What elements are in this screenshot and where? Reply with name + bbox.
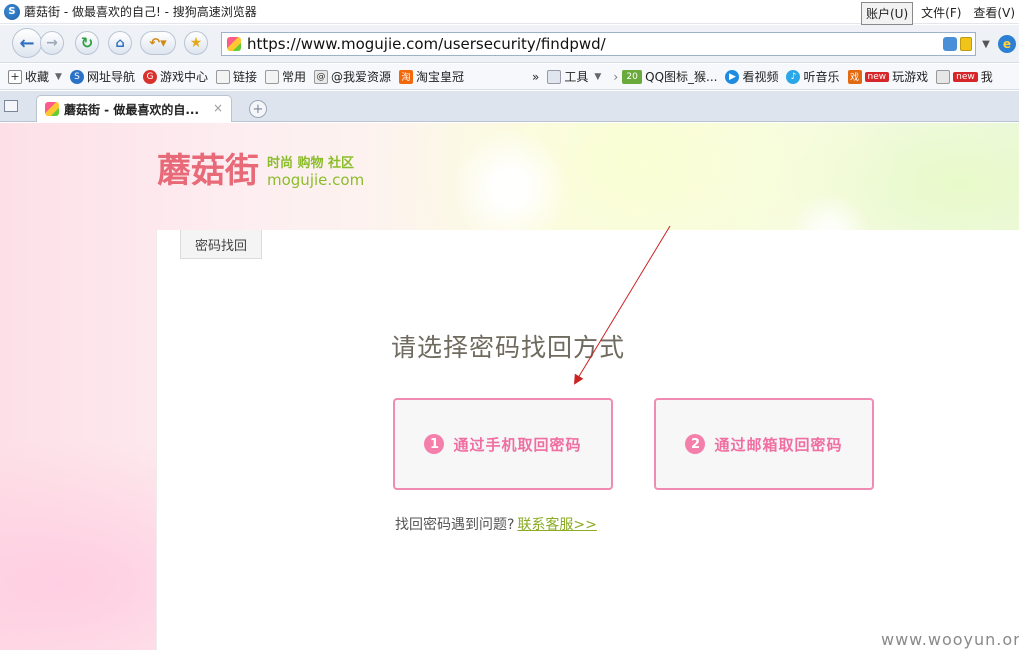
forward-arrow-icon[interactable]: → [40, 31, 64, 55]
address-bar[interactable]: https://www.mogujie.com/usersecurity/fin… [221, 32, 976, 56]
contact-support-link[interactable]: 联系客服>> [517, 517, 596, 533]
lock-icon[interactable] [960, 37, 972, 51]
logo-slogan: 时尚 购物 社区 [267, 156, 355, 171]
bookmark-links[interactable]: 链接 [215, 68, 257, 85]
address-dropdown-icon[interactable]: ▼ [978, 32, 994, 56]
qq-badge-icon: 20 [622, 69, 643, 84]
tab-mogujie[interactable]: 蘑菇街 - 做最喜欢的自... × [36, 95, 232, 122]
recover-by-phone-button[interactable]: 1 通过手机取回密码 [393, 398, 613, 490]
menu-bar: 账户(U) 文件(F) 查看(V) [857, 2, 1019, 25]
undo-icon[interactable]: ↶▾ [140, 31, 176, 55]
logo-chinese: 蘑菇街 [157, 151, 259, 191]
recover-by-email-button[interactable]: 2 通过邮箱取回密码 [654, 398, 874, 490]
navigation-bar: ← → ↻ ⌂ ↶▾ ★ https://www.mogujie.com/use… [0, 25, 1019, 63]
bookmark-video[interactable]: ▶ 看视频 [725, 68, 778, 85]
menu-file[interactable]: 文件(F) [917, 2, 965, 25]
bookmark-play-games[interactable]: 戏 new 玩游戏 [847, 68, 928, 85]
ie-mode-icon[interactable]: e [998, 35, 1016, 53]
tab-label: 蘑菇街 - 做最喜欢的自... [64, 102, 200, 117]
separator-icon: › [613, 69, 619, 84]
logo-domain: mogujie.com [267, 171, 365, 189]
security-shield-icon[interactable] [943, 37, 957, 51]
back-arrow-icon[interactable]: ← [12, 28, 42, 58]
new-badge: new [953, 71, 978, 82]
bookmark-common[interactable]: 常用 [264, 68, 306, 85]
add-bookmark-icon: + [8, 69, 22, 84]
menu-account[interactable]: 账户(U) [860, 2, 914, 25]
web-icon: @ [314, 69, 328, 84]
step-2-badge: 2 [685, 434, 706, 454]
bookmark-favorites[interactable]: + 收藏 ▼ [8, 68, 62, 85]
page-content: 蘑菇街 时尚 购物 社区 mogujie.com 密码找回 请选择密码找回方式 … [0, 123, 1019, 650]
game-icon: G [142, 69, 157, 84]
gamepad-icon: 戏 [847, 69, 862, 84]
star-icon[interactable]: ★ [184, 31, 208, 55]
new-badge: new [864, 71, 890, 82]
bookmark-games[interactable]: G 游戏中心 [142, 68, 208, 85]
bookmark-qq-icons[interactable]: 20 QQ图标_猴... [622, 68, 717, 85]
bookmarks-bar: + 收藏 ▼ S 网址导航 G 游戏中心 链接 常用 @ @我爱资源 淘淘宝皇冠 » 工具… [0, 64, 1019, 90]
bookmark-taobao[interactable]: 淘淘宝皇冠 [399, 68, 464, 85]
site-logo[interactable]: 蘑菇街 时尚 购物 社区 mogujie.com [157, 151, 364, 191]
nav-icon: S [69, 69, 84, 84]
bookmark-music[interactable]: ♪ 听音乐 [786, 68, 840, 85]
site-favicon-icon [45, 102, 59, 116]
window-title: 蘑菇街 - 做最喜欢的自己! - 搜狗高速浏览器 [24, 5, 257, 19]
menu-view[interactable]: 查看(V) [969, 2, 1019, 25]
taobao-icon: 淘 [399, 69, 414, 84]
title-bar: S 蘑菇街 - 做最喜欢的自己! - 搜狗高速浏览器 账户(U) 文件(F) 查… [0, 0, 1019, 25]
tab-password-recovery[interactable]: 密码找回 [180, 230, 262, 259]
tab-list-icon[interactable] [4, 100, 18, 112]
recover-by-email-label: 通过邮箱取回密码 [714, 435, 843, 454]
tools-menu[interactable]: 工具 ▼ [547, 68, 601, 85]
tab-strip: 蘑菇街 - 做最喜欢的自... × + [0, 91, 1019, 122]
recover-by-phone-label: 通过手机取回密码 [453, 435, 582, 454]
bookmark-nav[interactable]: S 网址导航 [69, 68, 135, 85]
help-text: 找回密码遇到问题? [395, 517, 515, 533]
calendar-icon [936, 69, 951, 84]
bookmarks-overflow[interactable]: » [532, 70, 539, 84]
findpwd-panel: 密码找回 请选择密码找回方式 1 通过手机取回密码 2 通过邮箱取回密码 找回密… [156, 230, 1019, 650]
headphone-icon: ♪ [786, 69, 801, 84]
video-icon: ▶ [725, 69, 740, 84]
tools-icon [547, 69, 562, 84]
close-tab-icon[interactable]: × [213, 101, 223, 115]
bookmark-resources[interactable]: @ @我爱资源 [314, 68, 391, 85]
page-title: 请选择密码找回方式 [391, 333, 626, 362]
address-url[interactable]: https://www.mogujie.com/usersecurity/fin… [247, 35, 606, 53]
folder-icon [215, 69, 230, 84]
refresh-icon[interactable]: ↻ [75, 31, 99, 55]
home-icon[interactable]: ⌂ [108, 31, 132, 55]
folder-icon [264, 69, 279, 84]
help-row: 找回密码遇到问题? 联系客服>> [395, 514, 597, 534]
new-tab-icon[interactable]: + [249, 100, 267, 118]
sogou-browser-icon: S [4, 3, 20, 20]
step-1-badge: 1 [424, 434, 445, 454]
watermark: www.wooyun.org [881, 630, 1019, 649]
bookmark-more[interactable]: new 我 [936, 68, 993, 85]
site-favicon-icon [227, 37, 241, 51]
